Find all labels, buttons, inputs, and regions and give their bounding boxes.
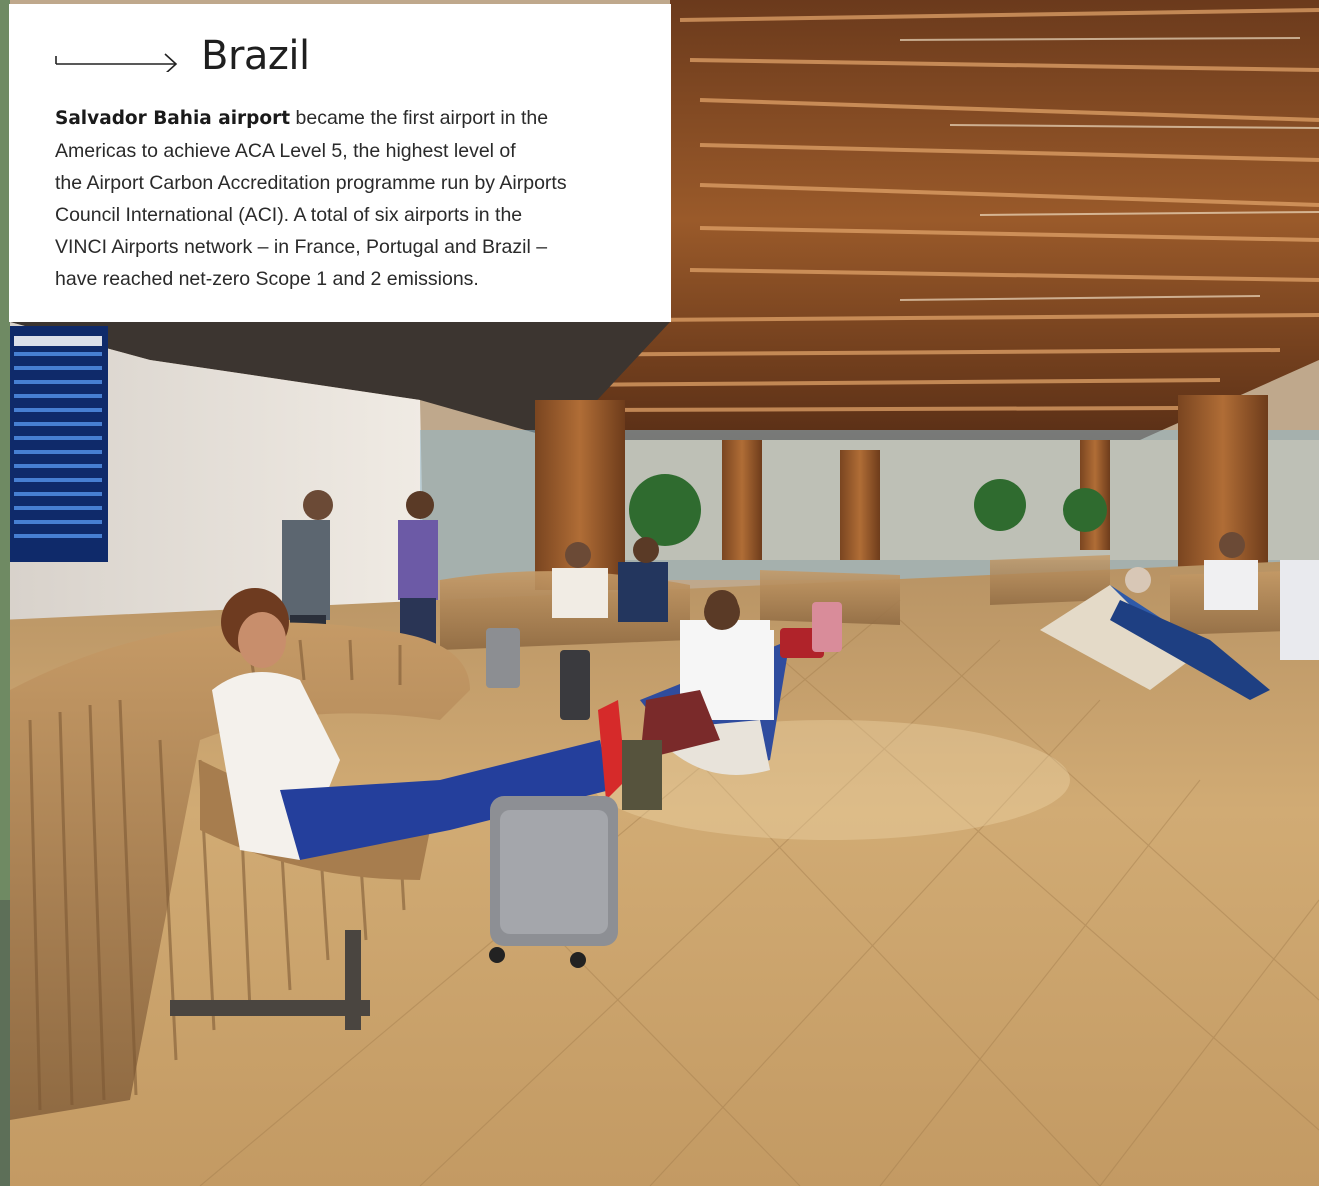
body-line-5: VINCI Airports network – in France, Port… — [55, 236, 548, 258]
body-line-4: Council International (ACI). A total of … — [55, 204, 523, 226]
article-text-card: Brazil Salvador Bahia airport became the… — [9, 4, 671, 322]
body-line-6: have reached net-zero Scope 1 and 2 emis… — [55, 268, 479, 290]
lead-phrase: Salvador Bahia airport — [55, 108, 291, 129]
long-right-arrow-icon — [55, 53, 178, 72]
body-line-3: the Airport Carbon Accreditation program… — [55, 172, 567, 194]
heading-row: Brazil — [55, 32, 631, 80]
page-title: Brazil — [201, 33, 310, 79]
body-line-1: Salvador Bahia airport became the first … — [55, 107, 549, 129]
body-line-2: Americas to achieve ACA Level 5, the hig… — [55, 140, 516, 162]
magazine-page: Brazil Salvador Bahia airport became the… — [0, 0, 1319, 1186]
article-body: Salvador Bahia airport became the first … — [55, 102, 615, 295]
